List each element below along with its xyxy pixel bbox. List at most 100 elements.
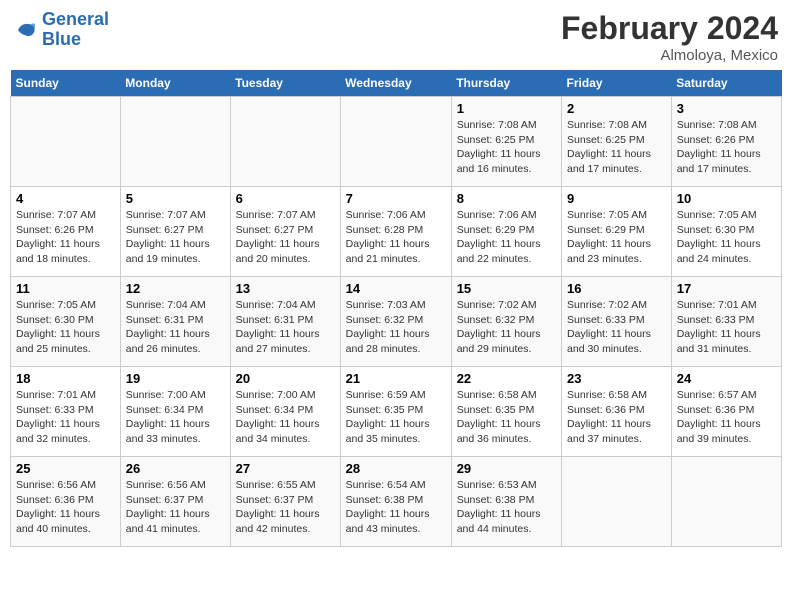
- calendar-cell: 22 Sunrise: 6:58 AM Sunset: 6:35 PM Dayli…: [451, 367, 561, 457]
- day-number: 14: [346, 281, 446, 296]
- day-info: Sunrise: 6:54 AM Sunset: 6:38 PM Dayligh…: [346, 478, 446, 537]
- calendar-table: SundayMondayTuesdayWednesdayThursdayFrid…: [10, 70, 782, 547]
- day-number: 22: [457, 371, 556, 386]
- day-number: 15: [457, 281, 556, 296]
- day-number: 4: [16, 191, 115, 206]
- day-number: 27: [236, 461, 335, 476]
- calendar-cell: [340, 97, 451, 187]
- calendar-cell: 24 Sunrise: 6:57 AM Sunset: 6:36 PM Dayli…: [671, 367, 781, 457]
- calendar-cell: 1 Sunrise: 7:08 AM Sunset: 6:25 PM Daylig…: [451, 97, 561, 187]
- calendar-cell: 25Sunrise: 6:56 AM Sunset: 6:36 PM Dayli…: [11, 457, 121, 547]
- day-number: 9: [567, 191, 666, 206]
- calendar-cell: 10 Sunrise: 7:05 AM Sunset: 6:30 PM Dayli…: [671, 187, 781, 277]
- day-number: 16: [567, 281, 666, 296]
- calendar-cell: 4 Sunrise: 7:07 AM Sunset: 6:26 PM Daylig…: [11, 187, 121, 277]
- column-header-saturday: Saturday: [671, 70, 781, 97]
- location-subtitle: Almoloya, Mexico: [561, 47, 778, 64]
- calendar-cell: [120, 97, 230, 187]
- day-number: 28: [346, 461, 446, 476]
- day-info: Sunrise: 7:01 AM Sunset: 6:33 PM Dayligh…: [16, 388, 115, 447]
- column-header-tuesday: Tuesday: [230, 70, 340, 97]
- day-info: Sunrise: 7:03 AM Sunset: 6:32 PM Dayligh…: [346, 298, 446, 357]
- day-number: 2: [567, 101, 666, 116]
- day-info: Sunrise: 6:59 AM Sunset: 6:35 PM Dayligh…: [346, 388, 446, 447]
- day-info: Sunrise: 7:00 AM Sunset: 6:34 PM Dayligh…: [126, 388, 225, 447]
- day-info: Sunrise: 7:05 AM Sunset: 6:29 PM Dayligh…: [567, 208, 666, 267]
- day-info: Sunrise: 6:56 AM Sunset: 6:36 PM Dayligh…: [16, 478, 115, 537]
- calendar-cell: 21Sunrise: 6:59 AM Sunset: 6:35 PM Dayli…: [340, 367, 451, 457]
- calendar-cell: [230, 97, 340, 187]
- calendar-cell: 14 Sunrise: 7:03 AM Sunset: 6:32 PM Dayli…: [340, 277, 451, 367]
- calendar-cell: [671, 457, 781, 547]
- day-info: Sunrise: 7:04 AM Sunset: 6:31 PM Dayligh…: [236, 298, 335, 357]
- day-info: Sunrise: 7:07 AM Sunset: 6:27 PM Dayligh…: [126, 208, 225, 267]
- day-info: Sunrise: 7:05 AM Sunset: 6:30 PM Dayligh…: [677, 208, 776, 267]
- calendar-cell: 29 Sunrise: 6:53 AM Sunset: 6:38 PM Dayli…: [451, 457, 561, 547]
- day-number: 1: [457, 101, 556, 116]
- day-info: Sunrise: 7:08 AM Sunset: 6:25 PM Dayligh…: [457, 118, 556, 177]
- day-number: 29: [457, 461, 556, 476]
- day-number: 3: [677, 101, 776, 116]
- calendar-cell: 13 Sunrise: 7:04 AM Sunset: 6:31 PM Dayli…: [230, 277, 340, 367]
- calendar-cell: 12 Sunrise: 7:04 AM Sunset: 6:31 PM Dayli…: [120, 277, 230, 367]
- day-number: 19: [126, 371, 225, 386]
- calendar-cell: 9 Sunrise: 7:05 AM Sunset: 6:29 PM Daylig…: [562, 187, 672, 277]
- column-header-sunday: Sunday: [11, 70, 121, 97]
- calendar-cell: 11 Sunrise: 7:05 AM Sunset: 6:30 PM Dayli…: [11, 277, 121, 367]
- day-number: 17: [677, 281, 776, 296]
- week-row-4: 18 Sunrise: 7:01 AM Sunset: 6:33 PM Dayli…: [11, 367, 782, 457]
- day-info: Sunrise: 7:02 AM Sunset: 6:32 PM Dayligh…: [457, 298, 556, 357]
- calendar-body: 1 Sunrise: 7:08 AM Sunset: 6:25 PM Daylig…: [11, 97, 782, 547]
- page-title: February 2024: [561, 10, 778, 47]
- day-info: Sunrise: 7:07 AM Sunset: 6:27 PM Dayligh…: [236, 208, 335, 267]
- calendar-cell: 17 Sunrise: 7:01 AM Sunset: 6:33 PM Dayli…: [671, 277, 781, 367]
- column-header-monday: Monday: [120, 70, 230, 97]
- day-info: Sunrise: 7:06 AM Sunset: 6:29 PM Dayligh…: [457, 208, 556, 267]
- day-info: Sunrise: 7:07 AM Sunset: 6:26 PM Dayligh…: [16, 208, 115, 267]
- calendar-cell: 19 Sunrise: 7:00 AM Sunset: 6:34 PM Dayli…: [120, 367, 230, 457]
- calendar-cell: 15 Sunrise: 7:02 AM Sunset: 6:32 PM Dayli…: [451, 277, 561, 367]
- day-info: Sunrise: 7:08 AM Sunset: 6:26 PM Dayligh…: [677, 118, 776, 177]
- day-number: 11: [16, 281, 115, 296]
- calendar-cell: 27 Sunrise: 6:55 AM Sunset: 6:37 PM Dayli…: [230, 457, 340, 547]
- column-header-wednesday: Wednesday: [340, 70, 451, 97]
- column-header-thursday: Thursday: [451, 70, 561, 97]
- day-info: Sunrise: 6:58 AM Sunset: 6:36 PM Dayligh…: [567, 388, 666, 447]
- day-info: Sunrise: 7:05 AM Sunset: 6:30 PM Dayligh…: [16, 298, 115, 357]
- calendar-cell: 20 Sunrise: 7:00 AM Sunset: 6:34 PM Dayli…: [230, 367, 340, 457]
- calendar-cell: [11, 97, 121, 187]
- week-row-3: 11 Sunrise: 7:05 AM Sunset: 6:30 PM Dayli…: [11, 277, 782, 367]
- logo-text: GeneralBlue: [42, 10, 109, 50]
- calendar-cell: 26Sunrise: 6:56 AM Sunset: 6:37 PM Dayli…: [120, 457, 230, 547]
- calendar-cell: 16 Sunrise: 7:02 AM Sunset: 6:33 PM Dayli…: [562, 277, 672, 367]
- day-number: 13: [236, 281, 335, 296]
- day-info: Sunrise: 7:04 AM Sunset: 6:31 PM Dayligh…: [126, 298, 225, 357]
- logo: GeneralBlue: [14, 10, 109, 50]
- calendar-cell: 18 Sunrise: 7:01 AM Sunset: 6:33 PM Dayli…: [11, 367, 121, 457]
- week-row-1: 1 Sunrise: 7:08 AM Sunset: 6:25 PM Daylig…: [11, 97, 782, 187]
- calendar-cell: [562, 457, 672, 547]
- day-number: 18: [16, 371, 115, 386]
- day-info: Sunrise: 6:55 AM Sunset: 6:37 PM Dayligh…: [236, 478, 335, 537]
- calendar-cell: 2 Sunrise: 7:08 AM Sunset: 6:25 PM Daylig…: [562, 97, 672, 187]
- week-row-5: 25Sunrise: 6:56 AM Sunset: 6:36 PM Dayli…: [11, 457, 782, 547]
- calendar-cell: 3 Sunrise: 7:08 AM Sunset: 6:26 PM Daylig…: [671, 97, 781, 187]
- day-number: 10: [677, 191, 776, 206]
- day-info: Sunrise: 6:57 AM Sunset: 6:36 PM Dayligh…: [677, 388, 776, 447]
- day-info: Sunrise: 7:02 AM Sunset: 6:33 PM Dayligh…: [567, 298, 666, 357]
- day-info: Sunrise: 7:01 AM Sunset: 6:33 PM Dayligh…: [677, 298, 776, 357]
- day-number: 26: [126, 461, 225, 476]
- day-number: 6: [236, 191, 335, 206]
- day-number: 24: [677, 371, 776, 386]
- week-row-2: 4 Sunrise: 7:07 AM Sunset: 6:26 PM Daylig…: [11, 187, 782, 277]
- day-number: 12: [126, 281, 225, 296]
- page-header: GeneralBlue February 2024 Almoloya, Mexi…: [10, 10, 782, 64]
- day-info: Sunrise: 6:58 AM Sunset: 6:35 PM Dayligh…: [457, 388, 556, 447]
- day-number: 20: [236, 371, 335, 386]
- day-info: Sunrise: 7:06 AM Sunset: 6:28 PM Dayligh…: [346, 208, 446, 267]
- day-info: Sunrise: 7:00 AM Sunset: 6:34 PM Dayligh…: [236, 388, 335, 447]
- column-header-friday: Friday: [562, 70, 672, 97]
- day-info: Sunrise: 7:08 AM Sunset: 6:25 PM Dayligh…: [567, 118, 666, 177]
- calendar-cell: 8Sunrise: 7:06 AM Sunset: 6:29 PM Daylig…: [451, 187, 561, 277]
- day-info: Sunrise: 6:53 AM Sunset: 6:38 PM Dayligh…: [457, 478, 556, 537]
